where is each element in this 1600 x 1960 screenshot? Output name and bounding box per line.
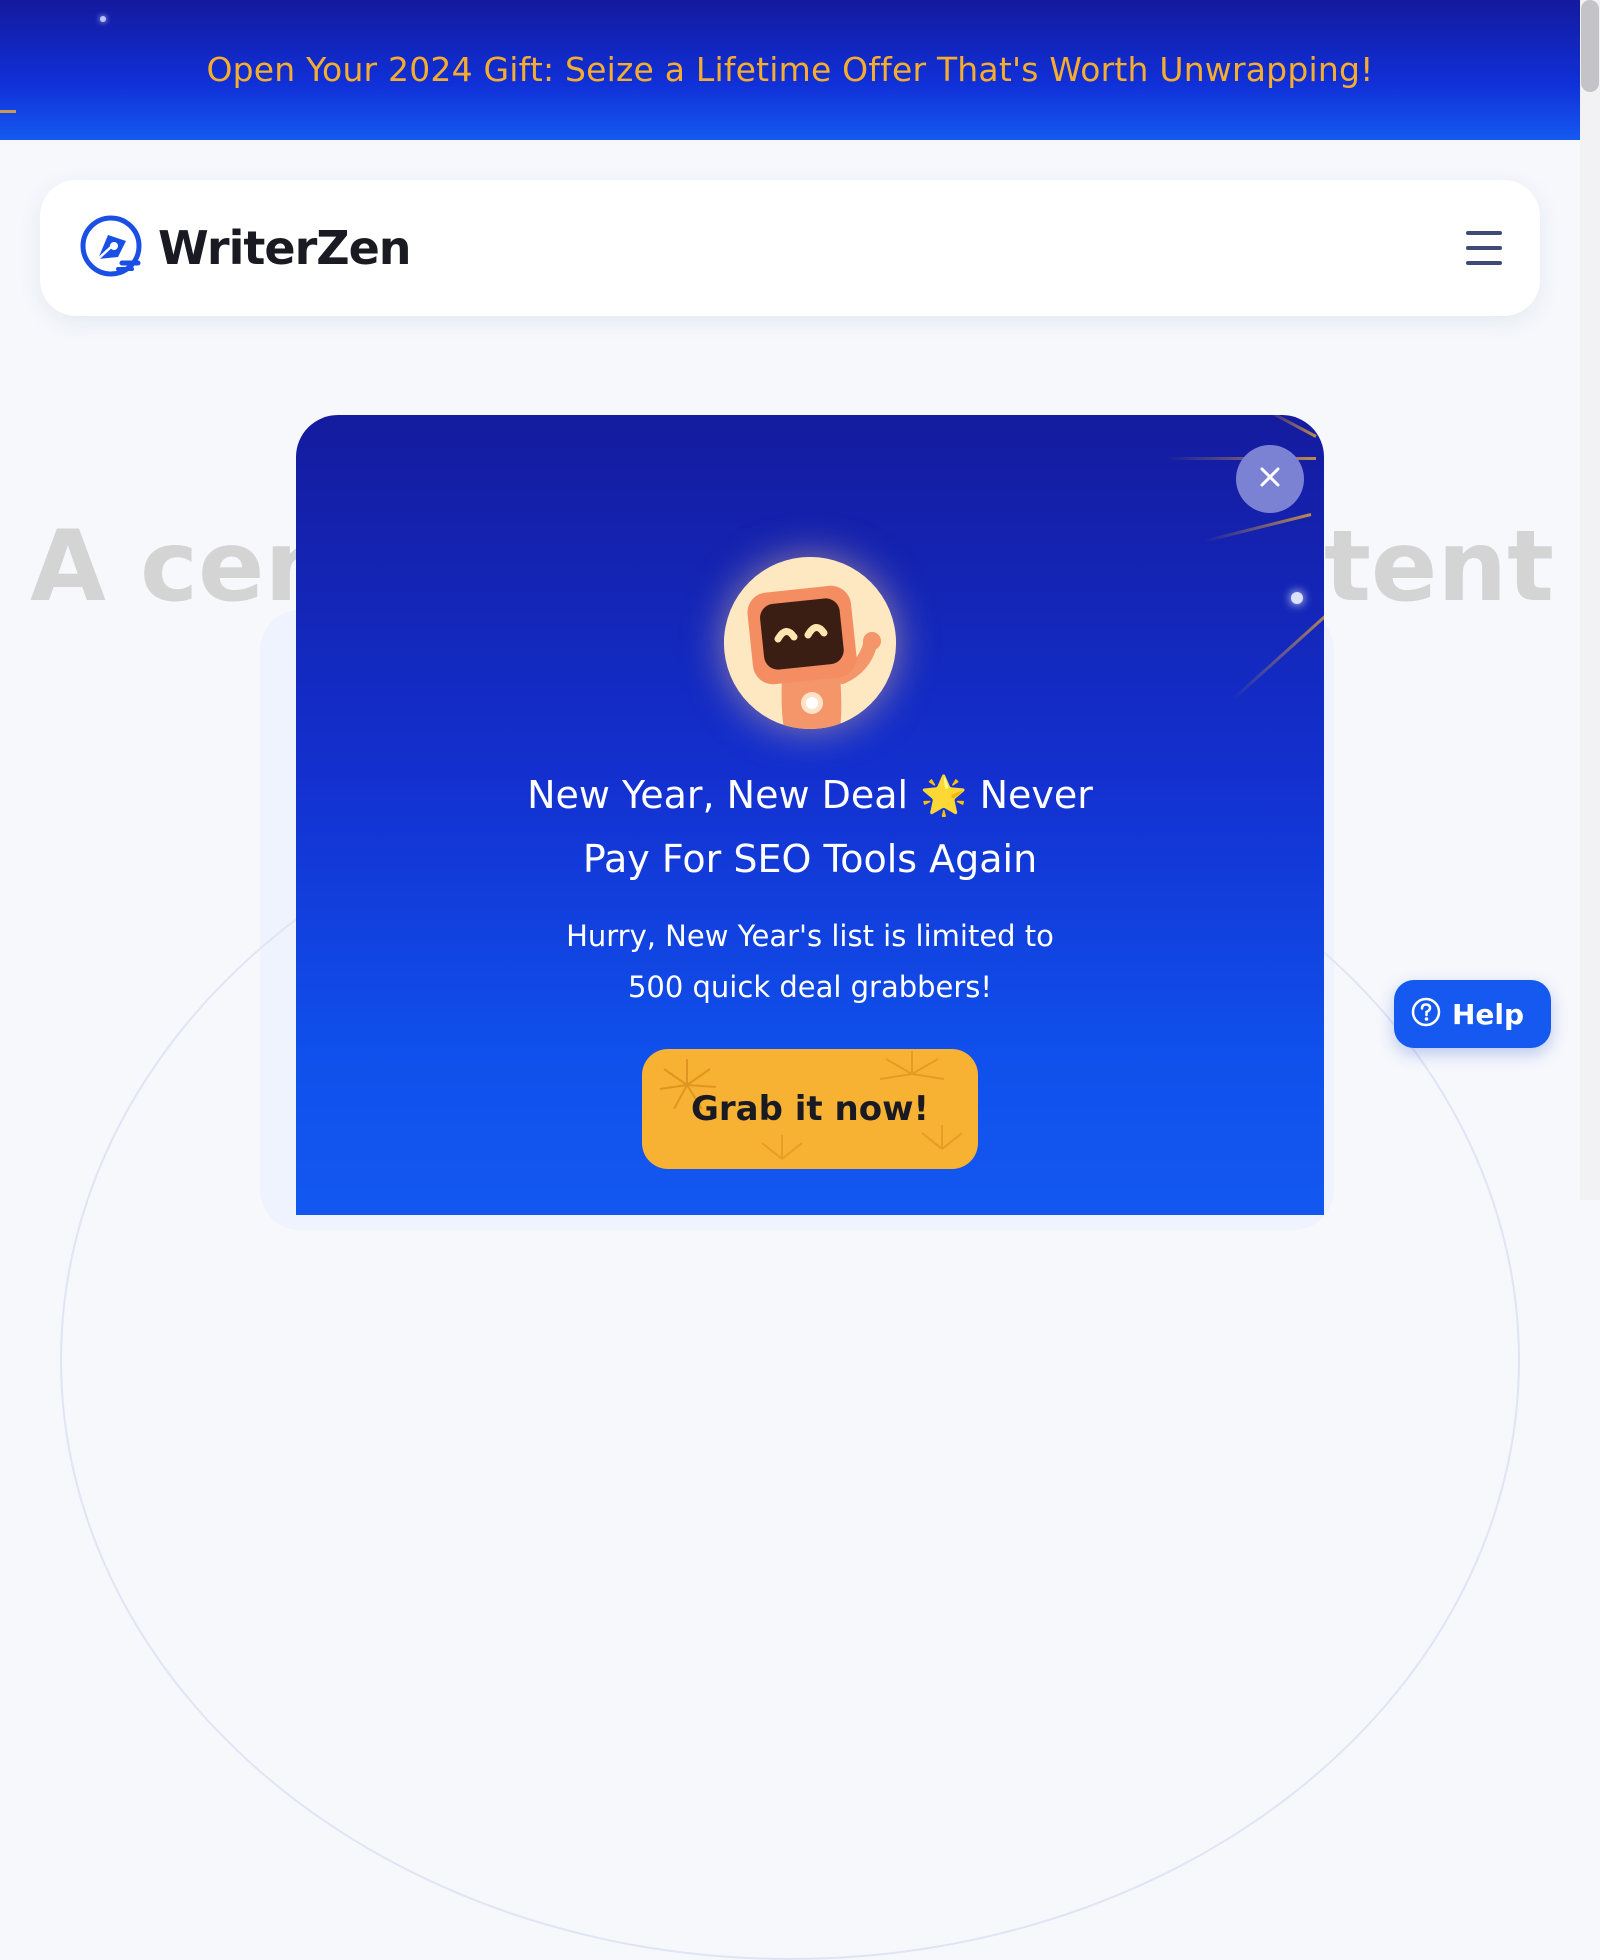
promo-banner[interactable]: Open Your 2024 Gift: Seize a Lifetime Of… — [0, 0, 1580, 140]
cta-label: Grab it now! — [690, 1089, 930, 1129]
firework-streak — [1230, 605, 1324, 702]
page-scrollbar[interactable] — [1580, 0, 1600, 1200]
scrollbar-thumb[interactable] — [1581, 0, 1599, 92]
hero-headline-left: A cen — [30, 510, 335, 624]
help-label: Help — [1452, 997, 1525, 1031]
close-icon — [1258, 465, 1282, 493]
modal-title-line: New Year, New Deal 🌟 Never — [527, 773, 1093, 817]
hamburger-menu-icon[interactable] — [1466, 231, 1502, 265]
grab-it-now-button[interactable]: Grab it now! — [642, 1049, 978, 1169]
top-navbar: WriterZen — [40, 180, 1540, 316]
promo-banner-text[interactable]: Open Your 2024 Gift: Seize a Lifetime Of… — [206, 50, 1373, 89]
pen-nib-logo-icon — [78, 213, 144, 283]
promo-modal: New Year, New Deal 🌟 Never Pay For SEO T… — [296, 415, 1324, 1215]
brand-name: WriterZen — [158, 221, 412, 275]
modal-title: New Year, New Deal 🌟 Never Pay For SEO T… — [296, 763, 1324, 891]
modal-subtitle-line: Hurry, New Year's list is limited to — [566, 919, 1054, 953]
close-modal-button[interactable] — [1236, 445, 1304, 513]
firework-streak — [1262, 415, 1317, 438]
firework-spark — [1291, 592, 1303, 604]
question-circle-icon — [1410, 996, 1442, 1032]
brand-logo-link[interactable]: WriterZen — [78, 213, 412, 283]
streak-decoration — [0, 110, 16, 113]
modal-subtitle-line: 500 quick deal grabbers! — [627, 970, 993, 1004]
help-widget-button[interactable]: Help — [1394, 980, 1551, 1048]
sparkle-decoration — [100, 16, 106, 22]
modal-title-line: Pay For SEO Tools Again — [582, 837, 1038, 881]
modal-subtitle: Hurry, New Year's list is limited to 500… — [296, 911, 1324, 1013]
firework-burst-decoration — [761, 1135, 803, 1160]
robot-mascot-icon — [724, 557, 896, 729]
firework-streak — [1203, 513, 1312, 543]
